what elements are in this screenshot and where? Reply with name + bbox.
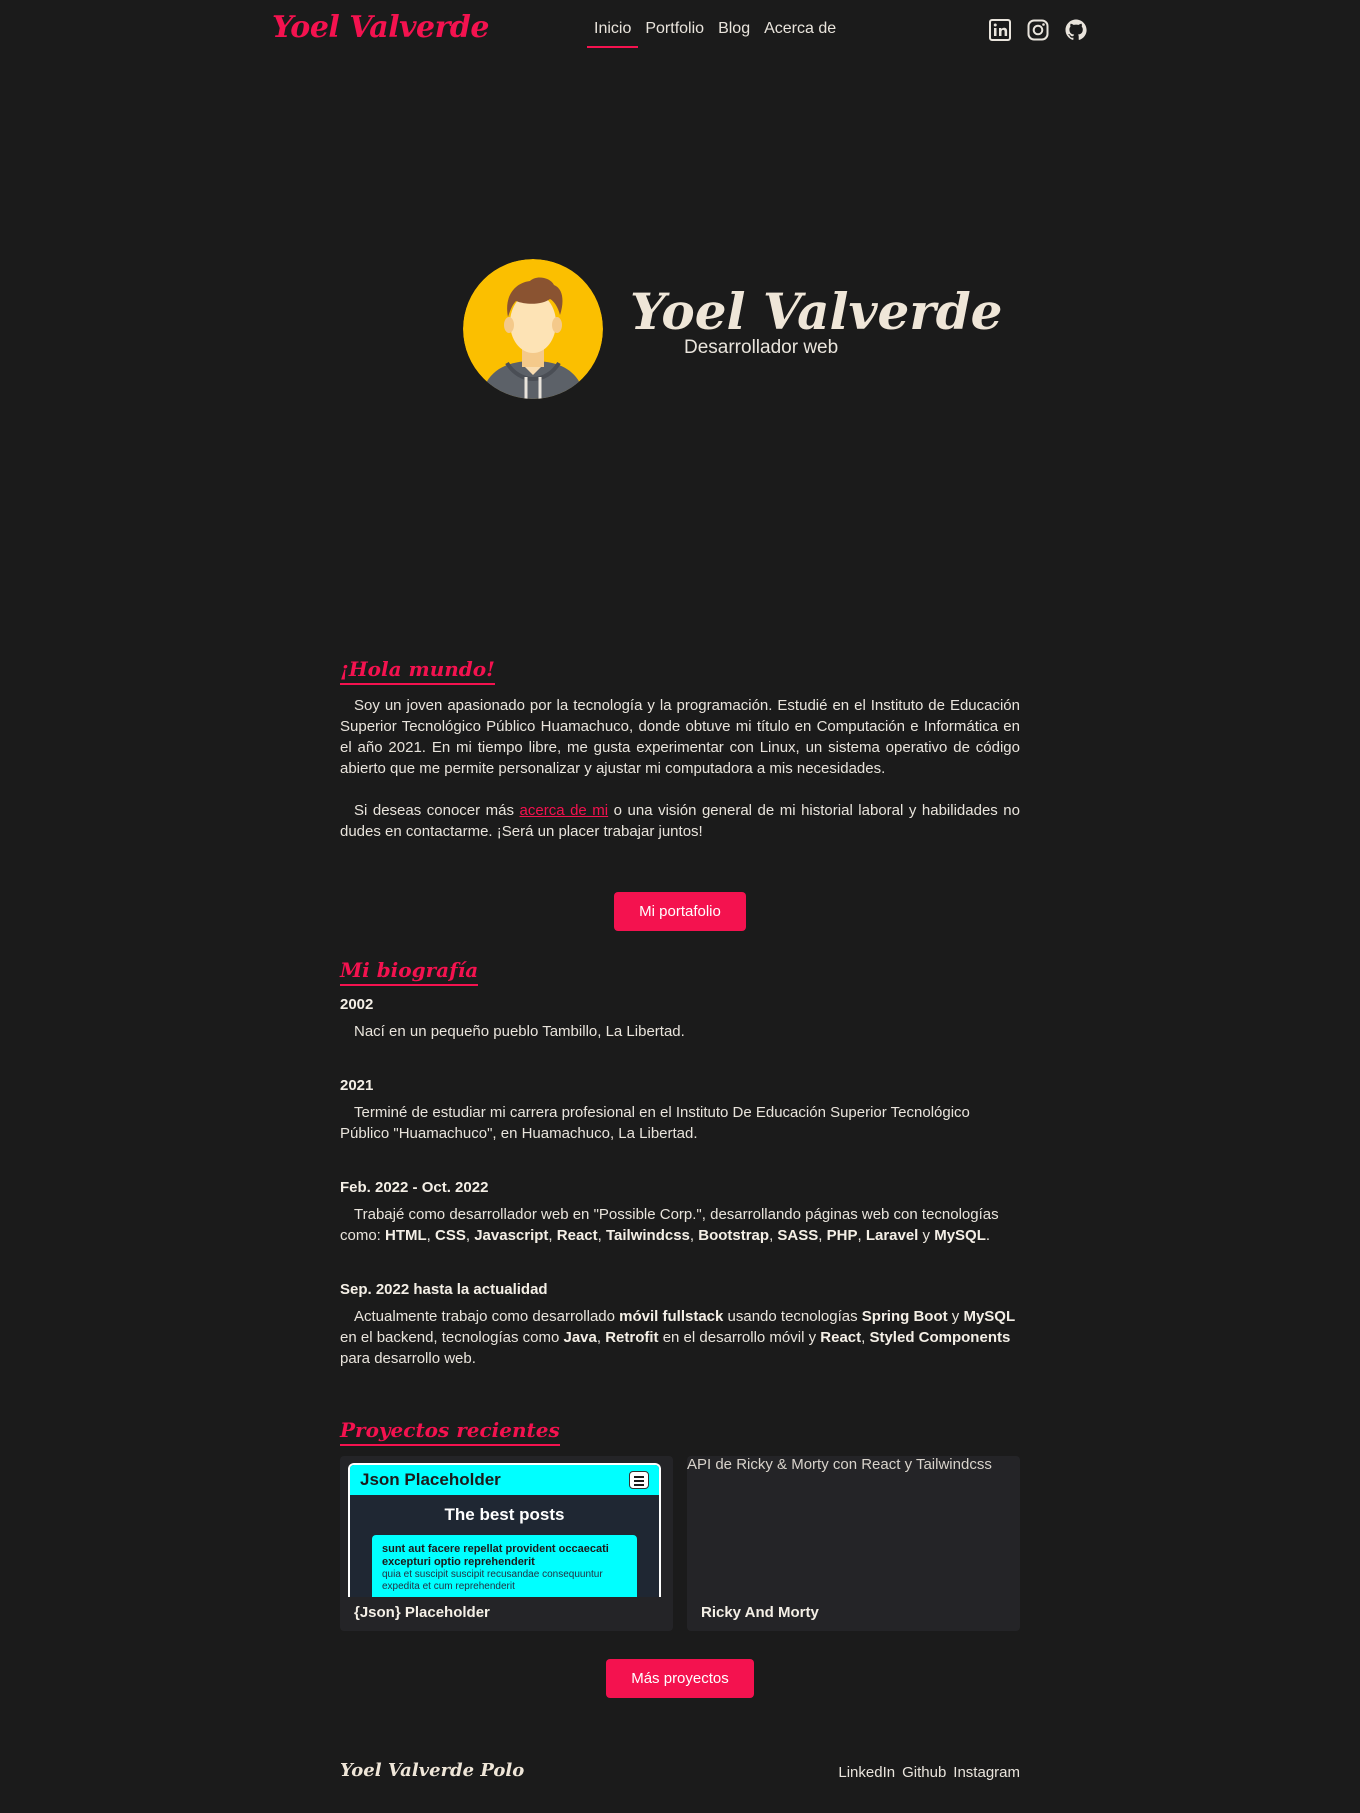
tech-name: CSS [435,1227,466,1244]
about-me-link[interactable]: acerca de mi [520,802,609,819]
contact-paragraph: Si deseas conocer más acerca de mi o una… [340,800,1020,842]
bio-year: Sep. 2022 hasta la actualidad [340,1281,548,1298]
footer-name: Yoel Valverde Polo [340,1760,525,1781]
nav-item-acerca-de[interactable]: Acerca de [757,18,843,40]
bio-text-part: en el desarrollo móvil y [658,1329,821,1346]
bio-text: Actualmente trabajo como desarrollado mó… [340,1306,1020,1369]
tech-name: Javascript [474,1227,549,1244]
footer-link-instagram[interactable]: Instagram [953,1764,1020,1781]
footer-links: LinkedIn Github Instagram [838,1764,1020,1781]
tech-name: React [556,1227,598,1244]
bio-text-part: , [596,1329,606,1346]
bio-bold: móvil fullstack [619,1308,724,1325]
section-title-bio: Mi biografía [340,958,479,986]
project-preview: Json Placeholder The best posts sunt aut… [348,1463,661,1597]
bio-year: 2021 [340,1077,374,1094]
tech-name: Tailwindcss [605,1227,690,1244]
social-links [988,18,1088,42]
bio-text-part: en el backend, tecnologías como [340,1329,564,1346]
project-card-json[interactable]: Json Placeholder The best posts sunt aut… [340,1456,673,1631]
bio-year: Feb. 2022 - Oct. 2022 [340,1179,489,1196]
projects-section: Proyectos recientes [340,1418,1020,1446]
github-icon[interactable] [1064,18,1088,42]
portfolio-button[interactable]: Mi portafolio [614,892,746,931]
menu-icon [629,1471,649,1489]
navbar: Yoel Valverde Inicio Portfolio Blog Acer… [0,0,1360,60]
project-card-rick-morty[interactable]: API de Ricky & Morty con React y Tailwin… [687,1456,1020,1631]
project-title: {Json} Placeholder [354,1604,490,1621]
instagram-icon[interactable] [1026,18,1050,42]
nav-item-portfolio[interactable]: Portfolio [638,18,711,40]
bio-text-part: Actualmente trabajo como desarrollado [354,1308,620,1325]
intro-paragraph: Soy un joven apasionado por la tecnologí… [340,697,1020,777]
contact-text-1: Si deseas conocer más [354,802,520,819]
main-menu: Inicio Portfolio Blog Acerca de [587,18,843,48]
section-title-projects: Proyectos recientes [340,1418,560,1446]
bio-text: Terminé de estudiar mi carrera profesion… [340,1104,970,1142]
footer-link-linkedin[interactable]: LinkedIn [838,1764,895,1781]
bio-bold: React [820,1329,862,1346]
linkedin-icon[interactable] [988,18,1012,42]
footer-link-github[interactable]: Github [902,1764,946,1781]
project-title: Ricky And Morty [701,1604,819,1621]
tech-name: Laravel [865,1227,919,1244]
site-logo[interactable]: Yoel Valverde [272,10,490,45]
tech-name: HTML [385,1227,427,1244]
bio-text-part: para desarrollo web. [340,1350,476,1367]
hero-name: Yoel Valverde [630,282,1003,341]
bio-bold: Styled Components [869,1329,1011,1346]
hero-role: Desarrollador web [684,337,839,358]
tech-name: SASS [777,1227,819,1244]
bio-year: 2002 [340,996,374,1013]
preview-header-title: Json Placeholder [360,1470,501,1489]
more-projects-button[interactable]: Más proyectos [606,1659,754,1698]
bio-bold: MySQL [963,1308,1016,1325]
preview-header: Json Placeholder [350,1465,659,1495]
bio-text-part: y [947,1308,964,1325]
tech-name: Bootstrap [698,1227,770,1244]
nav-item-blog[interactable]: Blog [711,18,757,40]
bio-bold: Spring Boot [861,1308,948,1325]
project-image-alt: API de Ricky & Morty con React y Tailwin… [687,1456,992,1473]
intro-section: ¡Hola mundo! Soy un joven apasionado por… [340,657,1020,842]
bio-text-part: usando tecnologías [723,1308,862,1325]
preview-heading: The best posts [444,1505,565,1524]
tech-name: PHP [826,1227,858,1244]
bio-bold: Retrofit [605,1329,659,1346]
bio-text: Trabajé como desarrollador web en "Possi… [340,1206,999,1244]
tech-name: MySQL [934,1227,986,1244]
preview-post-body: quia et suscipit suscipit recusandae con… [382,1569,603,1592]
section-title-hola: ¡Hola mundo! [340,657,495,685]
avatar [463,259,603,399]
nav-item-inicio[interactable]: Inicio [587,18,639,48]
bio-bold: Java [563,1329,597,1346]
preview-post-title: sunt aut facere repellat provident occae… [382,1543,609,1568]
bio-text-part: y [918,1227,935,1244]
preview-post: sunt aut facere repellat provident occae… [372,1535,637,1597]
bio-text: Nací en un pequeño pueblo Tambillo, La L… [354,1023,685,1040]
bio-section: Mi biografía 2002 Nací en un pequeño pue… [340,958,1020,1369]
